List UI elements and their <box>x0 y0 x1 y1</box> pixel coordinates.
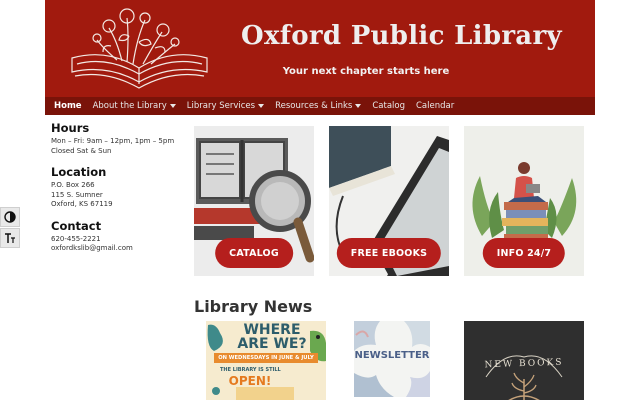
free-ebooks-button[interactable]: FREE EBOOKS <box>336 238 442 268</box>
nav-item-label: Library Services <box>186 101 256 111</box>
address-line: Oxford, KS 67119 <box>51 200 113 208</box>
address-line: P.O. Box 266 <box>51 181 95 189</box>
info-247-button[interactable]: INFO 24/7 <box>482 238 566 268</box>
caret-down-icon <box>355 104 362 108</box>
news-thumb-new-books[interactable]: NEW BOOKS <box>464 321 584 400</box>
catalog-card[interactable]: CATALOG <box>194 126 314 276</box>
hours-heading: Hours <box>51 121 90 135</box>
ebooks-card[interactable]: FREE EBOOKS <box>329 126 449 276</box>
news-thumb-where-are-we[interactable]: WHERE ARE WE? ON WEDNESDAYS IN JUNE & JU… <box>206 321 326 400</box>
nav-item-label: Calendar <box>416 101 455 111</box>
nav-item-calendar[interactable]: Calendar <box>416 101 454 111</box>
news-thumb-newsletter[interactable]: NEWSLETTER <box>354 321 430 397</box>
newsletter-title: NEWSLETTER <box>354 350 430 361</box>
contrast-icon <box>4 211 16 223</box>
where-sub: THE LIBRARY IS STILL <box>220 367 281 373</box>
caret-down-icon <box>169 104 176 108</box>
nav-item-resources[interactable]: Resources & Links <box>275 101 362 111</box>
open-book-flowers-logo[interactable] <box>67 6 212 92</box>
hours-line: Closed Sat & Sun <box>51 146 112 155</box>
site-title[interactable]: Oxford Public Library <box>241 21 562 51</box>
where-title-line: ARE WE? <box>237 336 307 352</box>
location-section: Location P.O. Box 266 115 S. Sumner Oxfo… <box>51 165 186 210</box>
info-card[interactable]: INFO 24/7 <box>464 126 584 276</box>
where-status: OPEN! <box>228 374 272 388</box>
main-nav: Home About the Library Library Services … <box>45 97 595 115</box>
hours-section: Hours Mon – Fri: 9am – 12pm, 1pm – 5pm C… <box>51 121 186 156</box>
caret-down-icon <box>258 104 265 108</box>
where-are-we-title: WHERE ARE WE? <box>232 323 312 351</box>
phone-number[interactable]: 620-455-2221 <box>51 235 186 245</box>
text-size-button[interactable] <box>0 228 20 248</box>
nav-item-home[interactable]: Home <box>54 101 82 111</box>
library-news-heading: Library News <box>194 297 313 316</box>
address-line: 115 S. Sumner <box>51 190 103 199</box>
location-heading: Location <box>51 165 107 179</box>
nav-item-label: Catalog <box>372 101 405 111</box>
site-tagline: Your next chapter starts here <box>282 66 450 77</box>
nav-item-label: Home <box>54 101 82 111</box>
hours-line: Mon – Fri: 9am – 12pm, 1pm – 5pm <box>51 137 175 145</box>
where-banner: ON WEDNESDAYS IN JUNE & JULY <box>214 353 318 363</box>
where-title-line: WHERE <box>243 322 301 338</box>
contact-section: Contact 620-455-2221 oxfordkslib@gmail.c… <box>51 219 186 254</box>
nav-item-catalog[interactable]: Catalog <box>372 101 405 111</box>
catalog-button[interactable]: CATALOG <box>215 238 293 268</box>
contrast-toggle-button[interactable] <box>0 207 20 227</box>
email-link[interactable]: oxfordkslib@gmail.com <box>51 244 186 254</box>
nav-item-label: About the Library <box>92 101 167 111</box>
site-header: Oxford Public Library Your next chapter … <box>45 0 595 97</box>
sidebar-info: Hours Mon – Fri: 9am – 12pm, 1pm – 5pm C… <box>51 121 186 263</box>
nav-item-services[interactable]: Library Services <box>186 101 265 111</box>
nav-item-about[interactable]: About the Library <box>93 101 176 111</box>
contact-heading: Contact <box>51 218 102 233</box>
text-size-icon <box>5 233 15 243</box>
nav-item-label: Resources & Links <box>275 101 353 111</box>
